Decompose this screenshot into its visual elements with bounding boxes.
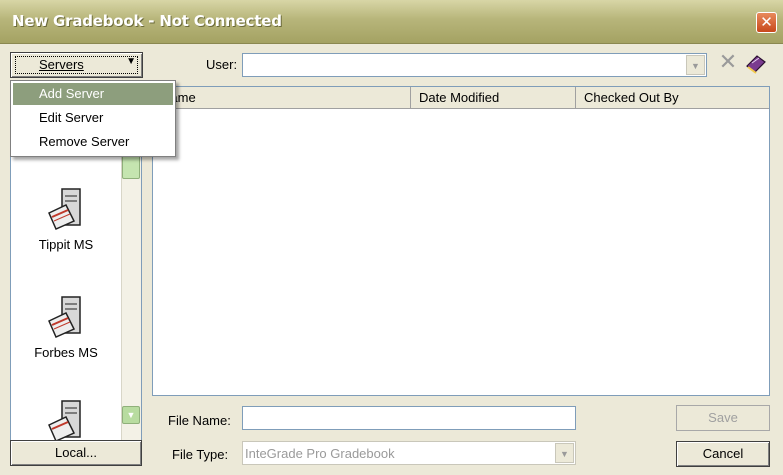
cancel-button[interactable]: Cancel bbox=[676, 441, 770, 467]
server-item-tippit[interactable]: Tippit MS bbox=[21, 187, 111, 252]
delete-icon[interactable]: ✕ bbox=[716, 51, 740, 75]
server-icon bbox=[48, 296, 81, 338]
user-label: User: bbox=[206, 57, 238, 72]
file-type-arrow-icon[interactable]: ▼ bbox=[555, 443, 574, 463]
file-type-combobox[interactable]: InteGrade Pro Gradebook ▼ bbox=[242, 441, 576, 465]
server-item-forbes[interactable]: Forbes MS bbox=[21, 295, 111, 360]
title-bar: New Gradebook - Not Connected ✕ bbox=[0, 0, 783, 44]
window-title: New Gradebook - Not Connected bbox=[12, 12, 282, 30]
column-header-checked-out-by[interactable]: Checked Out By bbox=[576, 87, 769, 109]
file-name-label: File Name: bbox=[168, 413, 231, 428]
file-type-value: InteGrade Pro Gradebook bbox=[245, 446, 395, 461]
menu-item-remove-server[interactable]: Remove Server bbox=[13, 131, 173, 153]
server-icon bbox=[48, 188, 81, 230]
user-combo-arrow-icon[interactable]: ▼ bbox=[686, 55, 705, 75]
menu-item-edit-server[interactable]: Edit Server bbox=[13, 107, 173, 129]
file-name-input[interactable] bbox=[242, 406, 576, 430]
local-label: Local... bbox=[55, 445, 97, 460]
book-icon[interactable] bbox=[744, 52, 768, 76]
server-icon bbox=[48, 400, 81, 442]
column-header-date-modified[interactable]: Date Modified bbox=[411, 87, 576, 109]
local-button[interactable]: Local... bbox=[10, 440, 142, 466]
servers-label: Servers bbox=[39, 57, 84, 72]
file-type-label: File Type: bbox=[172, 447, 229, 462]
servers-dropdown-button[interactable]: Servers ▼ bbox=[10, 52, 143, 78]
server-item-partial[interactable] bbox=[21, 399, 111, 443]
server-label: Forbes MS bbox=[34, 345, 98, 360]
close-button[interactable]: ✕ bbox=[756, 12, 777, 33]
close-icon: ✕ bbox=[760, 13, 773, 31]
scroll-down-icon[interactable]: ▼ bbox=[122, 406, 140, 424]
servers-dropdown-menu: Add Server Edit Server Remove Server bbox=[10, 80, 176, 157]
server-label: Tippit MS bbox=[38, 237, 94, 252]
chevron-down-icon: ▼ bbox=[126, 56, 136, 67]
save-button[interactable]: Save bbox=[676, 405, 770, 431]
menu-item-add-server[interactable]: Add Server bbox=[13, 83, 173, 105]
user-combobox[interactable]: ▼ bbox=[242, 53, 707, 77]
file-list[interactable]: Name Date Modified Checked Out By bbox=[152, 86, 770, 396]
column-header-name[interactable]: Name bbox=[153, 87, 411, 109]
